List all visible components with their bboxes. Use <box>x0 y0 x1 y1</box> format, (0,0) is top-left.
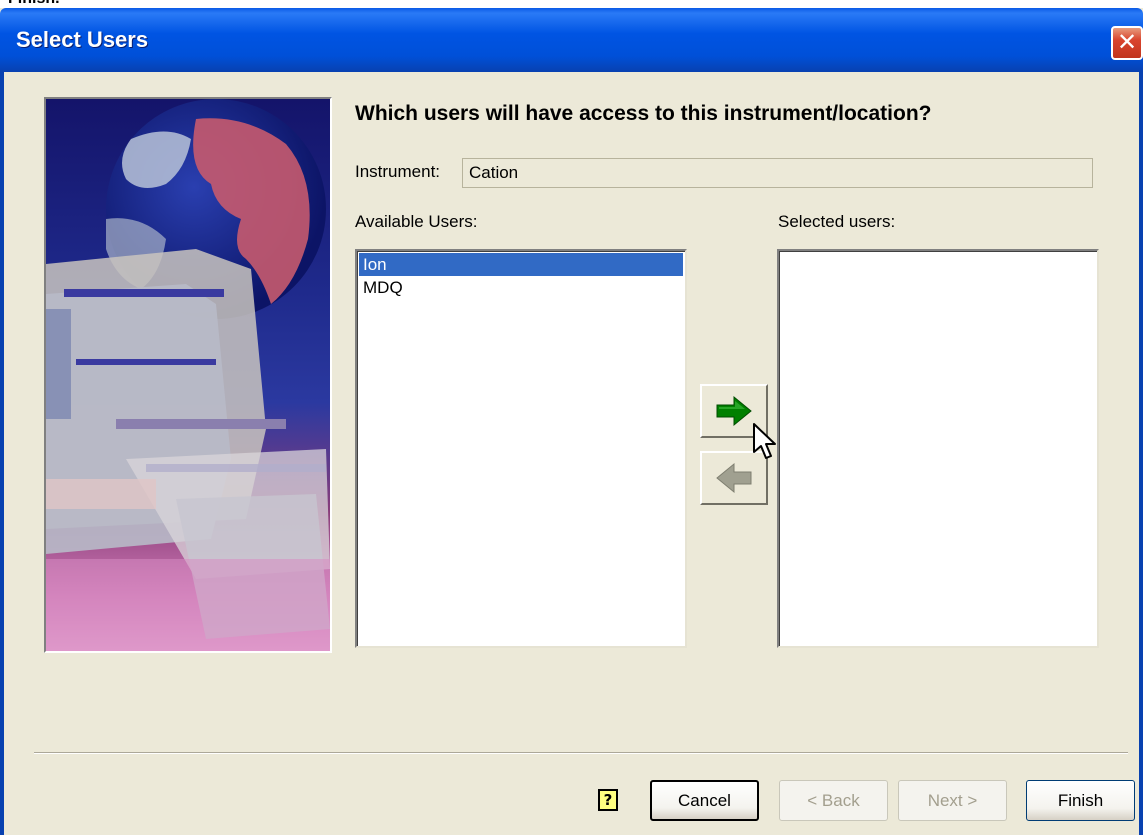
title-bar[interactable]: Select Users ✕ <box>0 8 1143 72</box>
selected-users-label: Selected users: <box>778 212 896 231</box>
cancel-button[interactable]: Cancel <box>650 780 759 821</box>
selected-users-list[interactable] <box>777 249 1099 648</box>
window-frame-left <box>0 72 4 835</box>
mouse-pointer-icon <box>753 423 776 459</box>
close-button[interactable]: ✕ <box>1111 26 1143 60</box>
list-item-mdq[interactable]: MDQ <box>359 276 683 299</box>
instrument-label: Instrument: <box>355 162 441 181</box>
help-button[interactable]: ? <box>590 782 626 818</box>
window-frame-right <box>1139 72 1143 835</box>
available-users-label: Available Users: <box>355 212 478 231</box>
arrow-left-icon <box>716 462 752 494</box>
background-window-text: Finish. <box>0 0 1143 8</box>
available-users-list[interactable]: Ion MDQ <box>355 249 687 648</box>
back-button[interactable]: < Back <box>779 780 888 821</box>
wizard-illustration <box>44 97 332 653</box>
help-icon: ? <box>598 789 618 811</box>
arrow-right-icon <box>716 395 752 427</box>
window-title: Select Users <box>16 27 149 52</box>
next-button[interactable]: Next > <box>898 780 1007 821</box>
footer-divider <box>34 752 1128 754</box>
page-heading: Which users will have access to this ins… <box>355 102 932 125</box>
finish-button[interactable]: Finish <box>1026 780 1135 821</box>
list-item-ion[interactable]: Ion <box>359 253 683 276</box>
close-icon: ✕ <box>1116 29 1138 56</box>
globe-computer-illustration <box>46 99 330 651</box>
instrument-field: Cation <box>462 158 1093 188</box>
